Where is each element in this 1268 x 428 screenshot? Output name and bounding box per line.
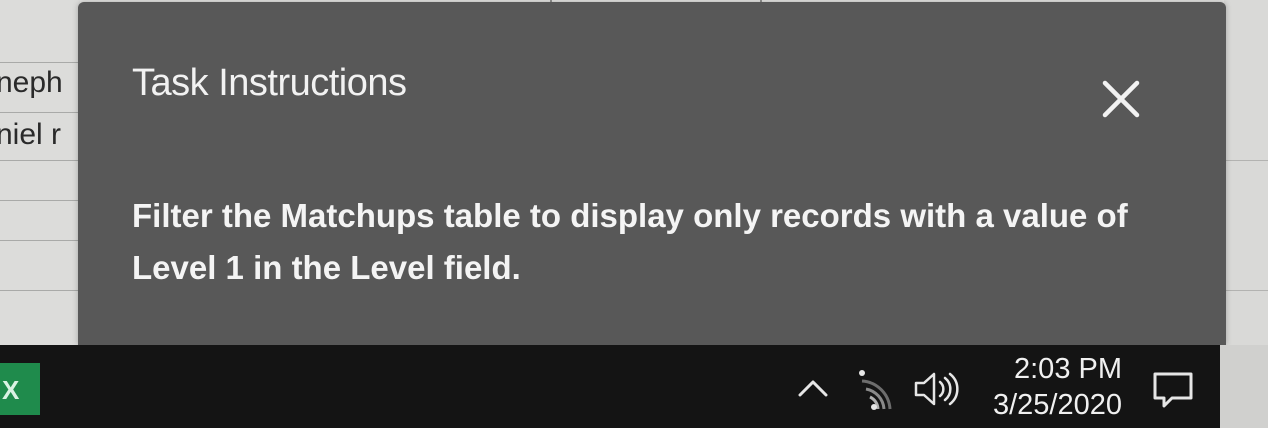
dialog-title: Task Instructions <box>132 62 407 104</box>
taskbar: X 2:03 PM 3/25/2020 <box>0 345 1268 428</box>
action-center-button[interactable] <box>1150 369 1196 416</box>
grid-line <box>0 160 80 161</box>
excel-taskbar-button[interactable]: X <box>0 363 40 415</box>
clock-date: 3/25/2020 <box>992 389 1122 421</box>
show-hidden-icons-button[interactable] <box>796 377 830 404</box>
spreadsheet-cell[interactable]: niel r <box>0 118 74 152</box>
grid-line <box>1224 160 1268 161</box>
screen-bezel-edge <box>1220 345 1268 428</box>
clock-time: 2:03 PM <box>1014 353 1122 385</box>
notifications-icon <box>1153 372 1193 408</box>
grid-line <box>0 62 80 63</box>
grid-line <box>0 240 80 241</box>
spreadsheet-right-edge <box>1224 0 1268 345</box>
network-button[interactable] <box>852 367 898 418</box>
excel-icon: X <box>2 375 20 405</box>
grid-line <box>0 290 80 291</box>
wifi-icon <box>859 370 892 410</box>
close-icon <box>1102 80 1140 118</box>
close-button[interactable] <box>1096 74 1146 124</box>
task-instructions-dialog: Task Instructions Filter the Matchups ta… <box>78 2 1226 345</box>
spreadsheet-cell[interactable]: neph <box>0 66 74 100</box>
grid-line <box>1224 290 1268 291</box>
volume-button[interactable] <box>910 369 960 414</box>
grid-line <box>0 112 80 113</box>
system-clock[interactable]: 2:03 PM 3/25/2020 <box>972 351 1122 423</box>
chevron-up-icon <box>798 380 828 397</box>
volume-icon <box>914 372 959 406</box>
task-instruction-text: Filter the Matchups table to display onl… <box>132 197 1128 286</box>
grid-line <box>0 200 80 201</box>
